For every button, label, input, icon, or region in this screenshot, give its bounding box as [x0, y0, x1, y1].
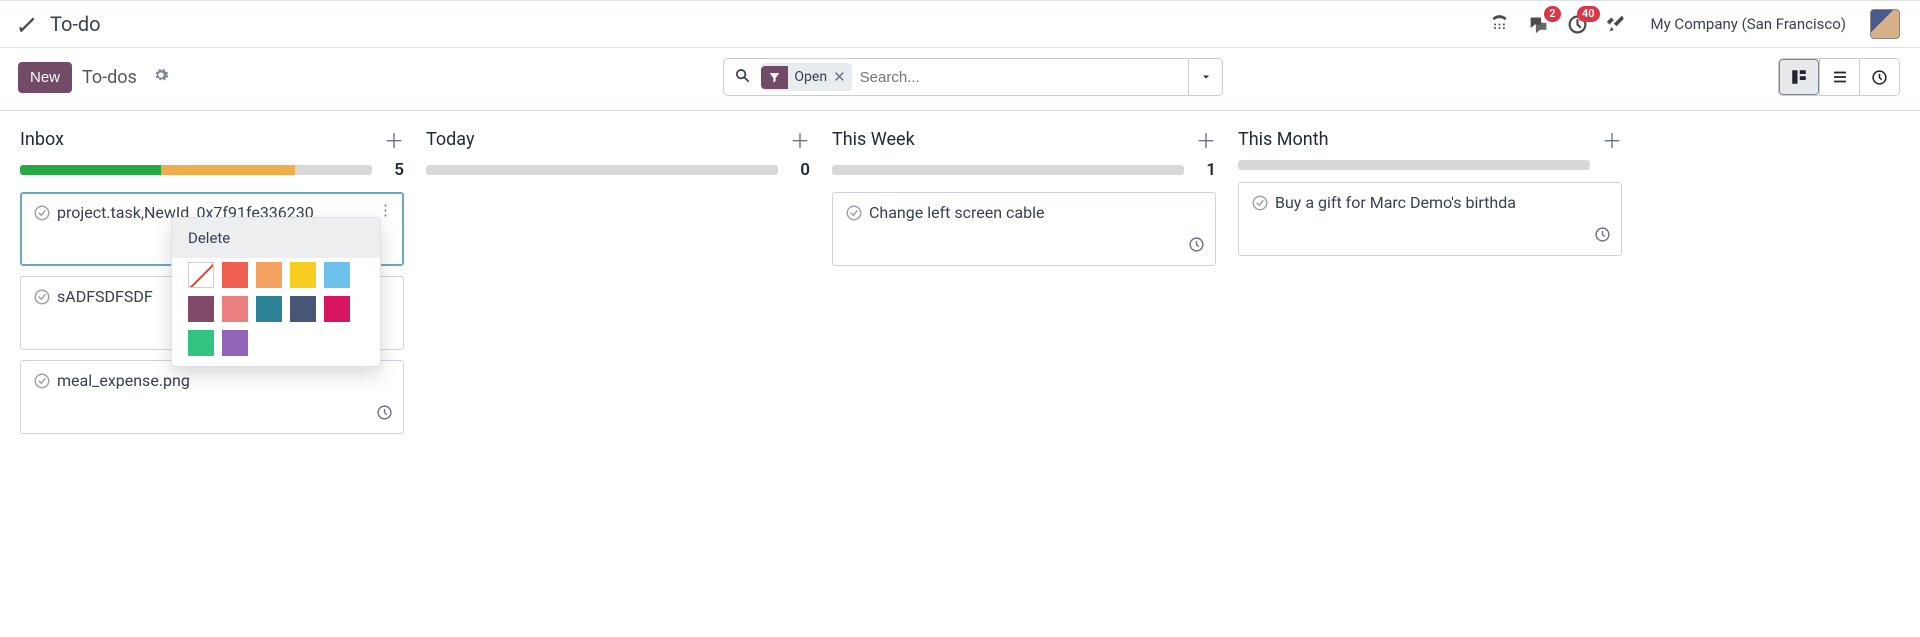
column-title: Today	[426, 129, 474, 150]
brand[interactable]: To-do	[18, 12, 101, 36]
tools-icon[interactable]	[1606, 14, 1627, 35]
column-count: 1	[1198, 160, 1216, 180]
view-switcher	[1778, 58, 1900, 96]
color-swatch[interactable]	[290, 262, 316, 288]
column-title: This Week	[832, 129, 915, 150]
card-menu: Delete	[171, 217, 381, 367]
card-title: sADFSDFSDF	[57, 287, 153, 306]
search-icon[interactable]	[724, 67, 761, 88]
kanban-card[interactable]: project.task,NewId_0x7f91fe336230⋮Delete	[20, 192, 404, 266]
facet-label: Open	[794, 69, 827, 85]
card-activity-button[interactable]	[376, 404, 393, 425]
column-title: Inbox	[20, 129, 64, 150]
pencil-icon	[18, 14, 38, 34]
kanban-view-button[interactable]	[1779, 59, 1819, 95]
color-swatch[interactable]	[324, 262, 350, 288]
progress-bar	[426, 165, 778, 175]
card-title: Buy a gift for Marc Demo's birthda	[1275, 193, 1516, 212]
app-title: To-do	[50, 12, 101, 36]
kanban-column: This Week ＋ 1 Change left screen cable	[832, 125, 1238, 444]
control-panel: New To-dos Open ✕	[0, 48, 1920, 110]
search-input[interactable]	[860, 65, 1189, 90]
kanban-board: Inbox ＋ 5 project.task,NewId_0x7f91fe336230…	[0, 111, 1920, 444]
activities-icon[interactable]: 40	[1567, 14, 1588, 35]
column-title: This Month	[1238, 129, 1329, 150]
breadcrumb: To-dos	[82, 67, 137, 88]
color-swatches	[172, 258, 380, 356]
clock-icon	[1188, 236, 1205, 253]
color-swatch[interactable]	[222, 296, 248, 322]
state-circle-icon	[33, 372, 51, 390]
kanban-column: This Month ＋ Buy a gift for Marc Demo's bi…	[1238, 125, 1644, 444]
search-bar: Open ✕	[723, 58, 1223, 96]
company-switcher[interactable]: My Company (San Francisco)	[1645, 15, 1852, 33]
card-activity-button[interactable]	[1188, 236, 1205, 257]
menu-delete[interactable]: Delete	[172, 218, 380, 258]
column-count: 5	[386, 160, 404, 180]
card-title: meal_expense.png	[57, 371, 190, 390]
new-button[interactable]: New	[18, 62, 72, 93]
color-swatch[interactable]	[222, 330, 248, 356]
clock-icon	[1594, 226, 1611, 243]
state-circle-icon	[33, 288, 51, 306]
color-swatch[interactable]	[222, 262, 248, 288]
state-circle-icon	[33, 204, 51, 222]
progress-bar	[832, 165, 1184, 175]
kanban-card[interactable]: Buy a gift for Marc Demo's birthda	[1238, 182, 1622, 256]
messages-icon[interactable]: 2	[1528, 14, 1549, 35]
card-activity-button[interactable]	[1594, 226, 1611, 247]
color-swatch[interactable]	[324, 296, 350, 322]
activities-badge: 40	[1577, 6, 1600, 22]
color-swatch[interactable]	[256, 262, 282, 288]
state-circle-icon	[845, 204, 863, 222]
kanban-card[interactable]: meal_expense.png	[20, 360, 404, 434]
column-add[interactable]: ＋	[384, 125, 404, 154]
color-swatch-none[interactable]	[188, 262, 214, 288]
color-swatch[interactable]	[256, 296, 282, 322]
kanban-column: Inbox ＋ 5 project.task,NewId_0x7f91fe336230…	[20, 125, 426, 444]
progress-bar	[1238, 160, 1590, 170]
kanban-card[interactable]: Change left screen cable	[832, 192, 1216, 266]
card-title: Change left screen cable	[869, 203, 1044, 222]
list-view-button[interactable]	[1819, 59, 1859, 95]
kanban-column: Today ＋ 0	[426, 125, 832, 444]
systray: 2 40 My Company (San Francisco)	[1489, 9, 1900, 39]
avatar[interactable]	[1870, 9, 1900, 39]
search-facet: Open ✕	[761, 63, 851, 91]
color-swatch[interactable]	[188, 296, 214, 322]
progress-bar	[20, 165, 372, 175]
color-swatch[interactable]	[290, 296, 316, 322]
clock-icon	[376, 404, 393, 421]
state-circle-icon	[1251, 194, 1269, 212]
column-add[interactable]: ＋	[1602, 125, 1622, 154]
column-count: 0	[792, 160, 810, 180]
card-kebab[interactable]: ⋮	[378, 201, 393, 219]
column-add[interactable]: ＋	[790, 125, 810, 154]
activity-view-button[interactable]	[1859, 59, 1899, 95]
voip-icon[interactable]	[1489, 14, 1510, 35]
search-options-toggle[interactable]	[1188, 59, 1222, 95]
messages-badge: 2	[1544, 6, 1560, 22]
facet-remove[interactable]: ✕	[833, 68, 846, 86]
funnel-icon	[761, 66, 788, 89]
gear-icon[interactable]	[153, 67, 169, 87]
color-swatch[interactable]	[188, 330, 214, 356]
column-add[interactable]: ＋	[1196, 125, 1216, 154]
app-header: To-do 2 40 My Company (San Francisco)	[0, 0, 1920, 48]
